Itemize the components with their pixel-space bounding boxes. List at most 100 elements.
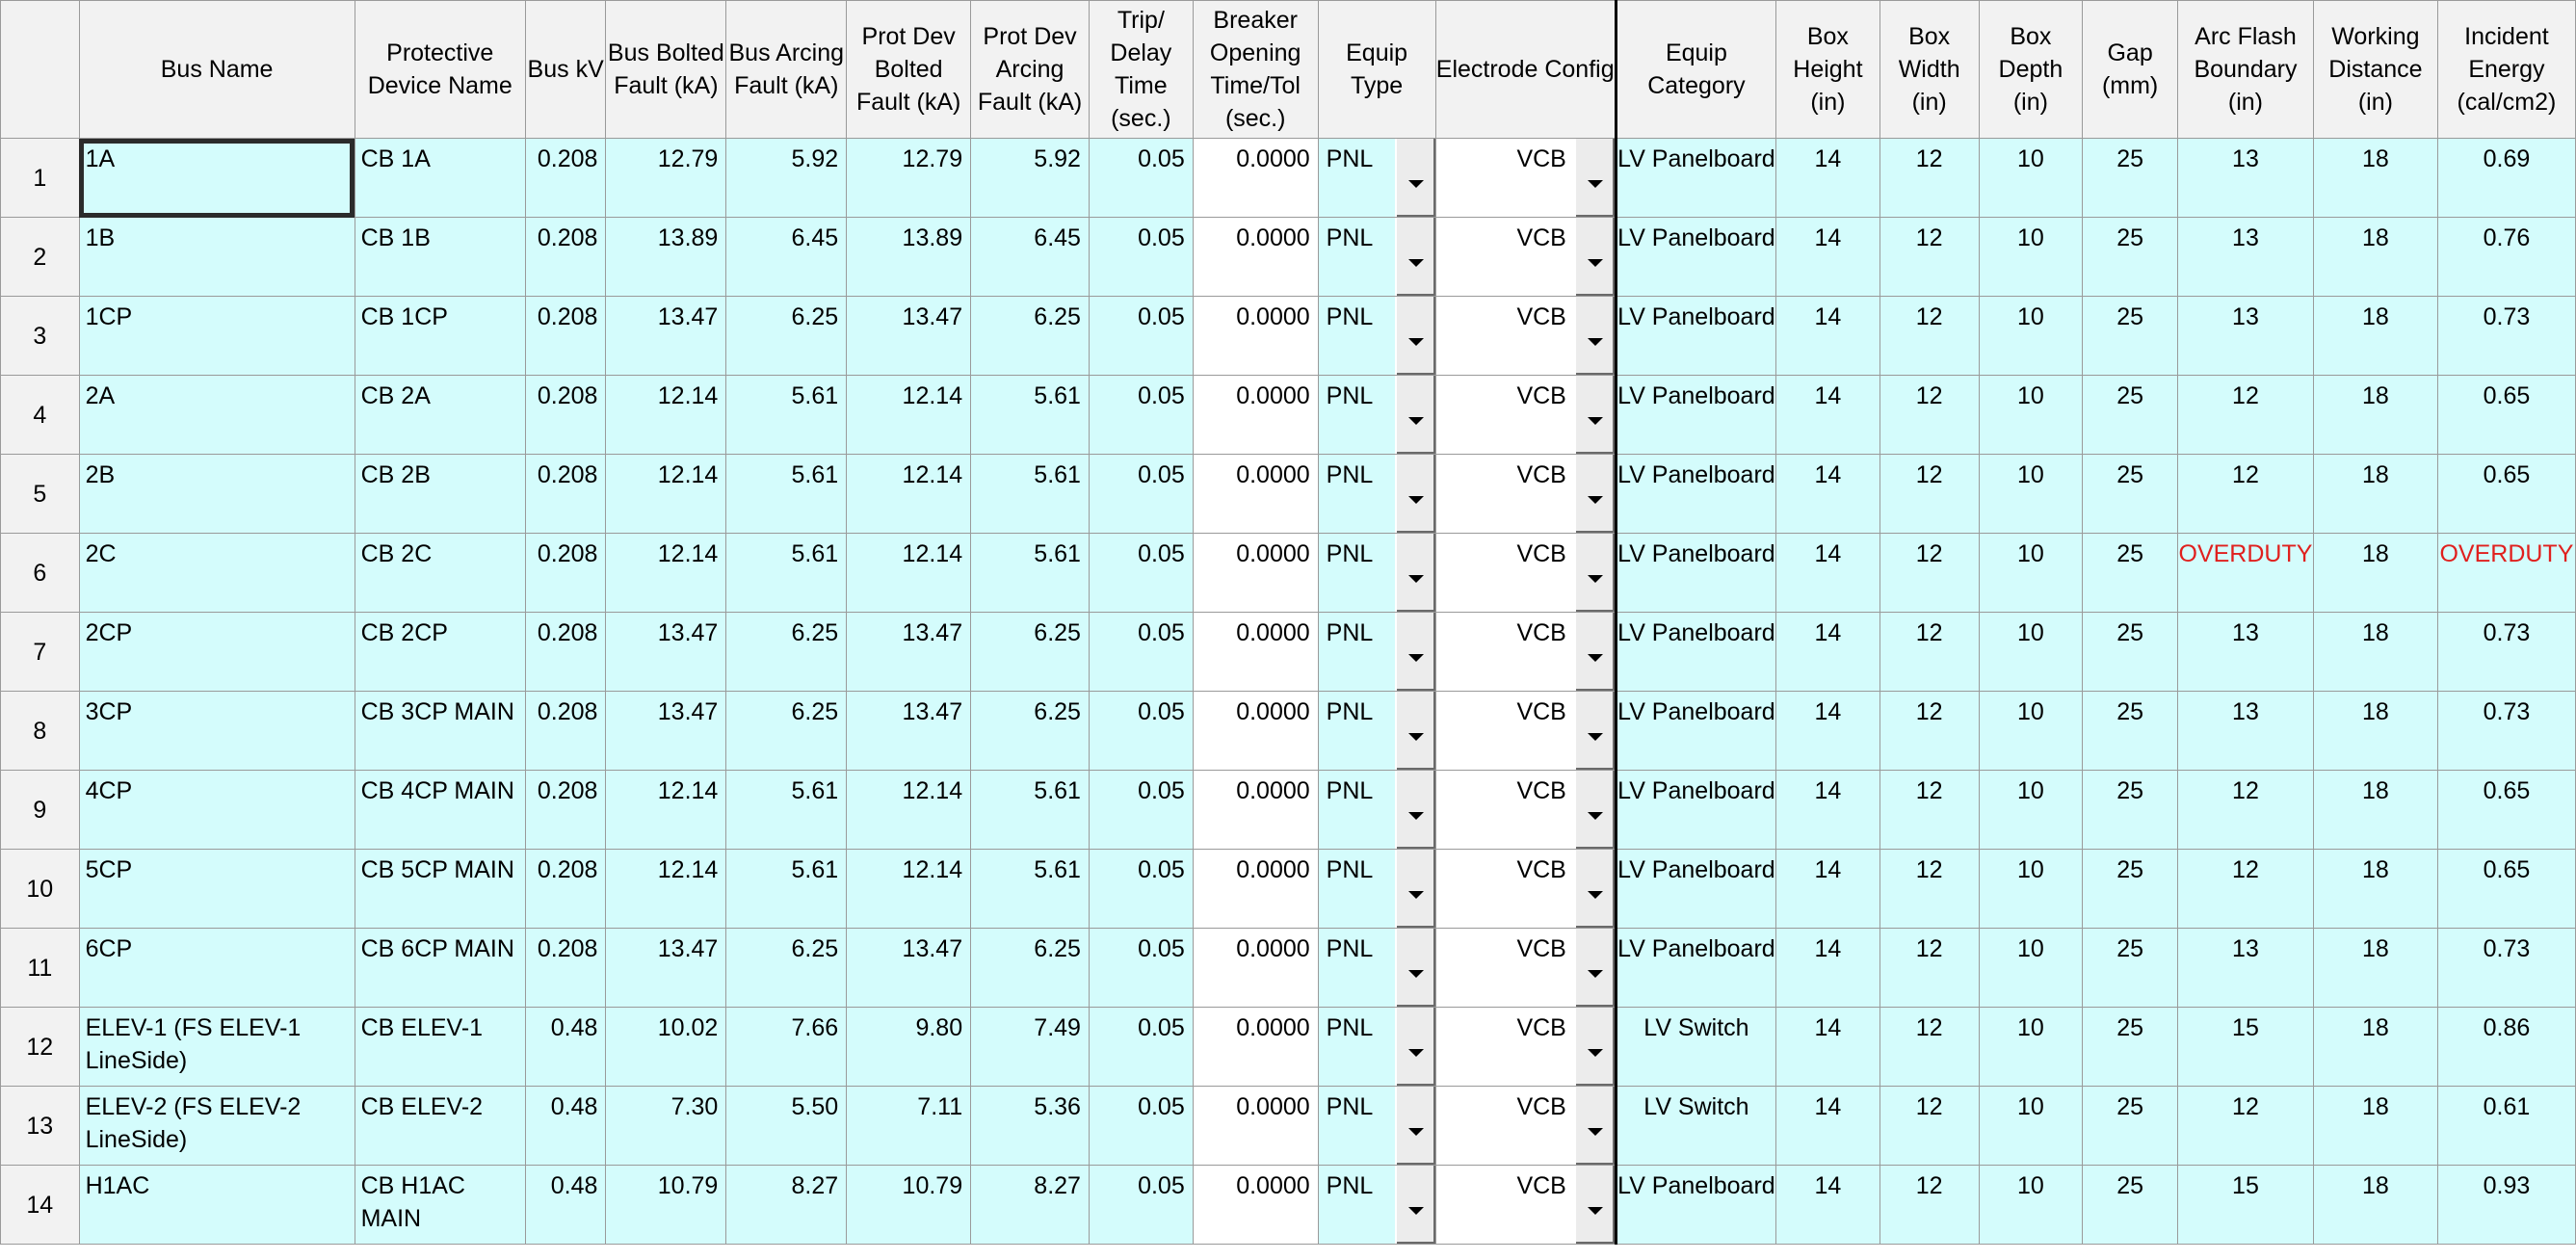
dropdown-button[interactable] bbox=[1573, 692, 1614, 770]
equip-category-cell[interactable]: LV Switch bbox=[1615, 1086, 1777, 1166]
incident-energy-cell[interactable]: 0.65 bbox=[2436, 375, 2576, 455]
row-number[interactable]: 6 bbox=[0, 533, 80, 613]
breaker-opening-time-cell[interactable]: 0.0000 bbox=[1192, 533, 1319, 613]
row-number[interactable]: 7 bbox=[0, 612, 80, 692]
arc-flash-boundary-cell[interactable]: 13 bbox=[2176, 138, 2314, 218]
equip-type-dropdown[interactable]: PNL bbox=[1317, 454, 1436, 534]
bus-name-cell[interactable]: 2CP bbox=[78, 612, 355, 692]
box-width-cell[interactable]: 12 bbox=[1879, 612, 1980, 692]
dropdown-button[interactable] bbox=[1394, 139, 1435, 217]
box-width-cell[interactable]: 12 bbox=[1879, 1086, 1980, 1166]
prot-dev-bolted-fault-cell[interactable]: 13.47 bbox=[846, 612, 972, 692]
bus-name-cell[interactable]: 2A bbox=[78, 375, 355, 455]
col-header-bus-kv[interactable]: Bus kV bbox=[524, 0, 607, 139]
bus-name-cell[interactable]: 1CP bbox=[78, 296, 355, 376]
dropdown-button[interactable] bbox=[1573, 139, 1614, 217]
bus-bolted-fault-cell[interactable]: 13.47 bbox=[605, 928, 727, 1008]
incident-energy-cell[interactable]: 0.65 bbox=[2436, 849, 2576, 929]
equip-type-dropdown[interactable]: PNL bbox=[1317, 770, 1436, 850]
equip-type-dropdown[interactable]: PNL bbox=[1317, 612, 1436, 692]
box-width-cell[interactable]: 12 bbox=[1879, 849, 1980, 929]
bus-kv-cell[interactable]: 0.208 bbox=[524, 296, 607, 376]
trip-delay-time-cell[interactable]: 0.05 bbox=[1088, 1007, 1194, 1087]
electrode-config-dropdown[interactable]: VCB bbox=[1434, 928, 1617, 1008]
prot-dev-arcing-fault-cell[interactable]: 5.36 bbox=[970, 1086, 1090, 1166]
working-distance-cell[interactable]: 18 bbox=[2312, 1165, 2438, 1245]
working-distance-cell[interactable]: 18 bbox=[2312, 928, 2438, 1008]
arc-flash-boundary-cell[interactable]: 13 bbox=[2176, 612, 2314, 692]
table-row[interactable]: 11 6CP CB 6CP MAIN 0.208 13.47 6.25 13.47 6.25 0… bbox=[0, 928, 2576, 1008]
trip-delay-time-cell[interactable]: 0.05 bbox=[1088, 375, 1194, 455]
device-name-cell[interactable]: CB 3CP MAIN bbox=[354, 691, 526, 771]
prot-dev-arcing-fault-cell[interactable]: 5.61 bbox=[970, 375, 1090, 455]
dropdown-button[interactable] bbox=[1394, 1166, 1435, 1244]
row-number[interactable]: 13 bbox=[0, 1086, 80, 1166]
bus-kv-cell[interactable]: 0.208 bbox=[524, 612, 607, 692]
prot-dev-bolted-fault-cell[interactable]: 12.14 bbox=[846, 770, 972, 850]
bus-name-cell[interactable]: 6CP bbox=[78, 928, 355, 1008]
bus-bolted-fault-cell[interactable]: 12.14 bbox=[605, 770, 727, 850]
col-header-breaker-opening-time[interactable]: Breaker Opening Time/Tol (sec.) bbox=[1192, 0, 1319, 139]
breaker-opening-time-cell[interactable]: 0.0000 bbox=[1192, 849, 1319, 929]
row-number[interactable]: 14 bbox=[0, 1165, 80, 1245]
arc-flash-boundary-cell[interactable]: 12 bbox=[2176, 770, 2314, 850]
col-header-electrode-config[interactable]: Electrode Config bbox=[1434, 0, 1617, 139]
box-width-cell[interactable]: 12 bbox=[1879, 296, 1980, 376]
row-number[interactable]: 2 bbox=[0, 217, 80, 297]
dropdown-button[interactable] bbox=[1394, 1008, 1435, 1086]
row-number[interactable]: 10 bbox=[0, 849, 80, 929]
box-height-cell[interactable]: 14 bbox=[1775, 533, 1880, 613]
table-row[interactable]: 4 2A CB 2A 0.208 12.14 5.61 12.14 5.61 0.05 0.000… bbox=[0, 375, 2576, 455]
arc-flash-boundary-cell[interactable]: 12 bbox=[2176, 849, 2314, 929]
dropdown-button[interactable] bbox=[1394, 692, 1435, 770]
device-name-cell[interactable]: CB 1CP bbox=[354, 296, 526, 376]
prot-dev-arcing-fault-cell[interactable]: 6.25 bbox=[970, 928, 1090, 1008]
working-distance-cell[interactable]: 18 bbox=[2312, 217, 2438, 297]
working-distance-cell[interactable]: 18 bbox=[2312, 375, 2438, 455]
breaker-opening-time-cell[interactable]: 0.0000 bbox=[1192, 612, 1319, 692]
dropdown-button[interactable] bbox=[1573, 771, 1614, 849]
trip-delay-time-cell[interactable]: 0.05 bbox=[1088, 138, 1194, 218]
bus-bolted-fault-cell[interactable]: 13.89 bbox=[605, 217, 727, 297]
bus-arcing-fault-cell[interactable]: 5.92 bbox=[725, 138, 848, 218]
equip-category-cell[interactable]: LV Panelboard bbox=[1615, 1165, 1777, 1245]
bus-bolted-fault-cell[interactable]: 12.14 bbox=[605, 849, 727, 929]
gap-cell[interactable]: 25 bbox=[2082, 1086, 2178, 1166]
dropdown-button[interactable] bbox=[1394, 297, 1435, 375]
equip-category-cell[interactable]: LV Panelboard bbox=[1615, 770, 1777, 850]
bus-arcing-fault-cell[interactable]: 7.66 bbox=[725, 1007, 848, 1087]
equip-category-cell[interactable]: LV Panelboard bbox=[1615, 691, 1777, 771]
incident-energy-cell[interactable]: 0.73 bbox=[2436, 612, 2576, 692]
electrode-config-dropdown[interactable]: VCB bbox=[1434, 612, 1617, 692]
breaker-opening-time-cell[interactable]: 0.0000 bbox=[1192, 375, 1319, 455]
prot-dev-bolted-fault-cell[interactable]: 10.79 bbox=[846, 1165, 972, 1245]
dropdown-button[interactable] bbox=[1573, 613, 1614, 691]
bus-name-cell[interactable]: H1AC bbox=[78, 1165, 355, 1245]
device-name-cell[interactable]: CB 2A bbox=[354, 375, 526, 455]
arc-flash-boundary-cell[interactable]: 13 bbox=[2176, 691, 2314, 771]
trip-delay-time-cell[interactable]: 0.05 bbox=[1088, 454, 1194, 534]
col-header-working-distance[interactable]: Working Distance (in) bbox=[2312, 0, 2438, 139]
col-header-equip-category[interactable]: Equip Category bbox=[1615, 0, 1777, 139]
box-depth-cell[interactable]: 10 bbox=[1978, 849, 2084, 929]
device-name-cell[interactable]: CB ELEV-1 bbox=[354, 1007, 526, 1087]
dropdown-button[interactable] bbox=[1394, 218, 1435, 296]
box-depth-cell[interactable]: 10 bbox=[1978, 533, 2084, 613]
col-header-box-height[interactable]: Box Height (in) bbox=[1775, 0, 1880, 139]
equip-type-dropdown[interactable]: PNL bbox=[1317, 296, 1436, 376]
working-distance-cell[interactable]: 18 bbox=[2312, 691, 2438, 771]
box-width-cell[interactable]: 12 bbox=[1879, 928, 1980, 1008]
bus-bolted-fault-cell[interactable]: 12.14 bbox=[605, 533, 727, 613]
col-header-bus-bolted-fault[interactable]: Bus Bolted Fault (kA) bbox=[605, 0, 727, 139]
box-width-cell[interactable]: 12 bbox=[1879, 1007, 1980, 1087]
equip-category-cell[interactable]: LV Panelboard bbox=[1615, 138, 1777, 218]
box-width-cell[interactable]: 12 bbox=[1879, 375, 1980, 455]
breaker-opening-time-cell[interactable]: 0.0000 bbox=[1192, 217, 1319, 297]
box-depth-cell[interactable]: 10 bbox=[1978, 1007, 2084, 1087]
col-header-equip-type[interactable]: Equip Type bbox=[1317, 0, 1436, 139]
device-name-cell[interactable]: CB ELEV-2 bbox=[354, 1086, 526, 1166]
electrode-config-dropdown[interactable]: VCB bbox=[1434, 375, 1617, 455]
incident-energy-cell[interactable]: 0.65 bbox=[2436, 770, 2576, 850]
bus-arcing-fault-cell[interactable]: 6.25 bbox=[725, 296, 848, 376]
box-width-cell[interactable]: 12 bbox=[1879, 454, 1980, 534]
